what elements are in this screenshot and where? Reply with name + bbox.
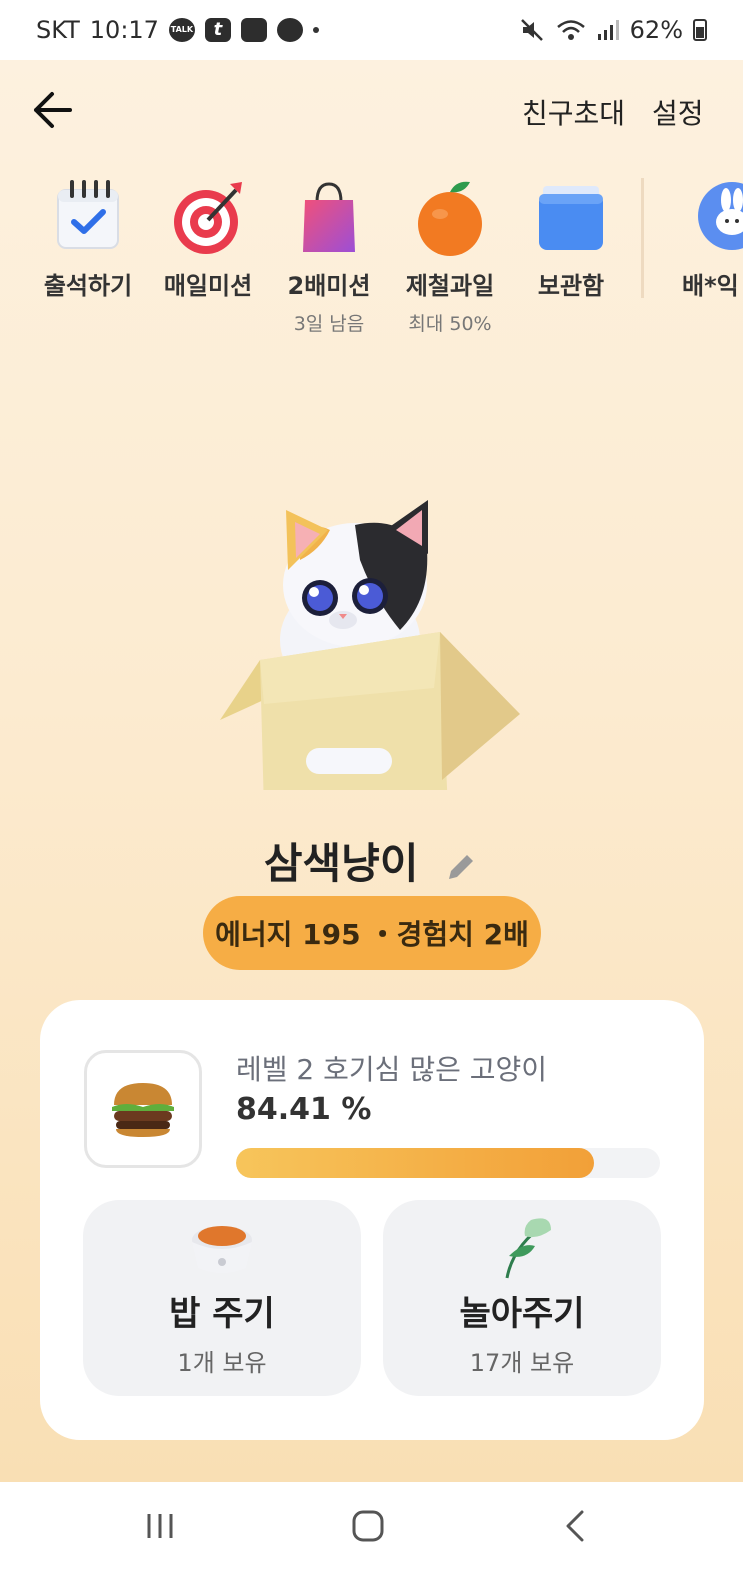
shortcut-label: 배*익 [682, 272, 739, 300]
battery-percent: 62% [629, 16, 683, 44]
invite-friends-link[interactable]: 친구초대 [522, 92, 625, 132]
status-right: 62% [520, 16, 707, 44]
shortcut-label: 제철과일 [405, 272, 495, 300]
shortcut-row: 출석하기 매일미션 2배미션 3일 남음 제철과일 최대 50% 보관함 배*익 [0, 178, 743, 338]
signal-icon [597, 20, 619, 40]
top-bar: 친구초대 설정 [0, 60, 743, 160]
play-button[interactable]: 놀아주기 17개 보유 [383, 1200, 661, 1396]
mute-icon [520, 19, 543, 41]
calico-cat-in-box-illustration[interactable] [200, 490, 540, 790]
shortcut-label: 2배미션 [287, 272, 371, 300]
back-arrow-icon[interactable] [30, 88, 74, 132]
shopping-bag-icon [303, 182, 355, 252]
t-app-icon: t [204, 18, 231, 42]
clock: 10:17 [89, 16, 159, 44]
rabbit-avatar-icon [698, 182, 743, 250]
food-item-box[interactable] [84, 1050, 202, 1168]
tangerine-icon [418, 181, 482, 256]
kakaotalk-icon: TALK [168, 18, 195, 42]
shortcut-friend[interactable]: 배*익 [658, 178, 743, 301]
pet-name-row: 삼색냥이 [0, 830, 743, 891]
home-icon[interactable] [348, 1506, 388, 1546]
hamburger-icon [112, 1083, 174, 1137]
play-count: 17개 보유 [469, 1349, 575, 1377]
folder-box-icon [539, 186, 603, 250]
level-progress-fill [236, 1148, 594, 1178]
target-icon [174, 182, 242, 254]
chat-bubble-icon [276, 18, 303, 42]
energy-value: 에너지 195 [215, 918, 361, 951]
level-progress-bar [236, 1148, 660, 1178]
carrier-label: SKT [36, 16, 80, 44]
shortcut-seasonal-fruit[interactable]: 제철과일 최대 50% [390, 178, 510, 336]
exp-bonus: ・경험치 2배 [368, 918, 529, 951]
shortcut-sublabel: 최대 50% [408, 313, 492, 335]
level-title: 레벨 2 호기심 많은 고양이 [236, 1053, 548, 1086]
feed-title: 밥 주기 [169, 1294, 275, 1334]
feed-button[interactable]: 밥 주기 1개 보유 [83, 1200, 361, 1396]
shortcut-sublabel: 3일 남음 [293, 313, 365, 335]
play-title: 놀아주기 [459, 1294, 585, 1334]
status-left: SKT 10:17 TALK t [36, 16, 319, 44]
shortcut-daily-mission[interactable]: 매일미션 [148, 178, 268, 301]
shortcut-divider [641, 178, 644, 298]
recent-apps-icon[interactable] [140, 1506, 180, 1546]
back-nav-icon[interactable] [556, 1506, 596, 1546]
shortcut-label: 보관함 [537, 272, 605, 300]
note-icon [240, 18, 267, 42]
wifi-icon [556, 20, 585, 40]
food-bowl-icon [192, 1226, 252, 1273]
calendar-check-icon [57, 180, 119, 249]
system-nav-bar [0, 1482, 743, 1569]
status-bar: SKT 10:17 TALK t 62% [0, 0, 743, 60]
settings-link[interactable]: 설정 [652, 92, 704, 132]
level-percent: 84.41 % [236, 1092, 372, 1127]
pet-name: 삼색냥이 [263, 839, 419, 888]
more-notifications-icon [312, 27, 319, 33]
edit-pencil-icon[interactable] [443, 849, 479, 885]
shortcut-storage[interactable]: 보관함 [511, 178, 631, 301]
main-content: 친구초대 설정 출석하기 매일미션 2배미션 3일 남음 제철과일 최대 50%… [0, 60, 743, 1482]
shortcut-attendance[interactable]: 출석하기 [28, 178, 148, 301]
battery-icon [693, 19, 707, 41]
energy-badge: 에너지 195 ・경험치 2배 [203, 896, 541, 970]
cat-toy-leaf-icon [505, 1218, 551, 1279]
level-card: 레벨 2 호기심 많은 고양이 84.41 % 밥 주기 1개 보유 놀아주기 … [40, 1000, 704, 1440]
shortcut-label: 매일미션 [163, 272, 253, 300]
shortcut-label: 출석하기 [43, 272, 133, 300]
shortcut-double-mission[interactable]: 2배미션 3일 남음 [269, 178, 389, 336]
feed-count: 1개 보유 [177, 1349, 267, 1377]
